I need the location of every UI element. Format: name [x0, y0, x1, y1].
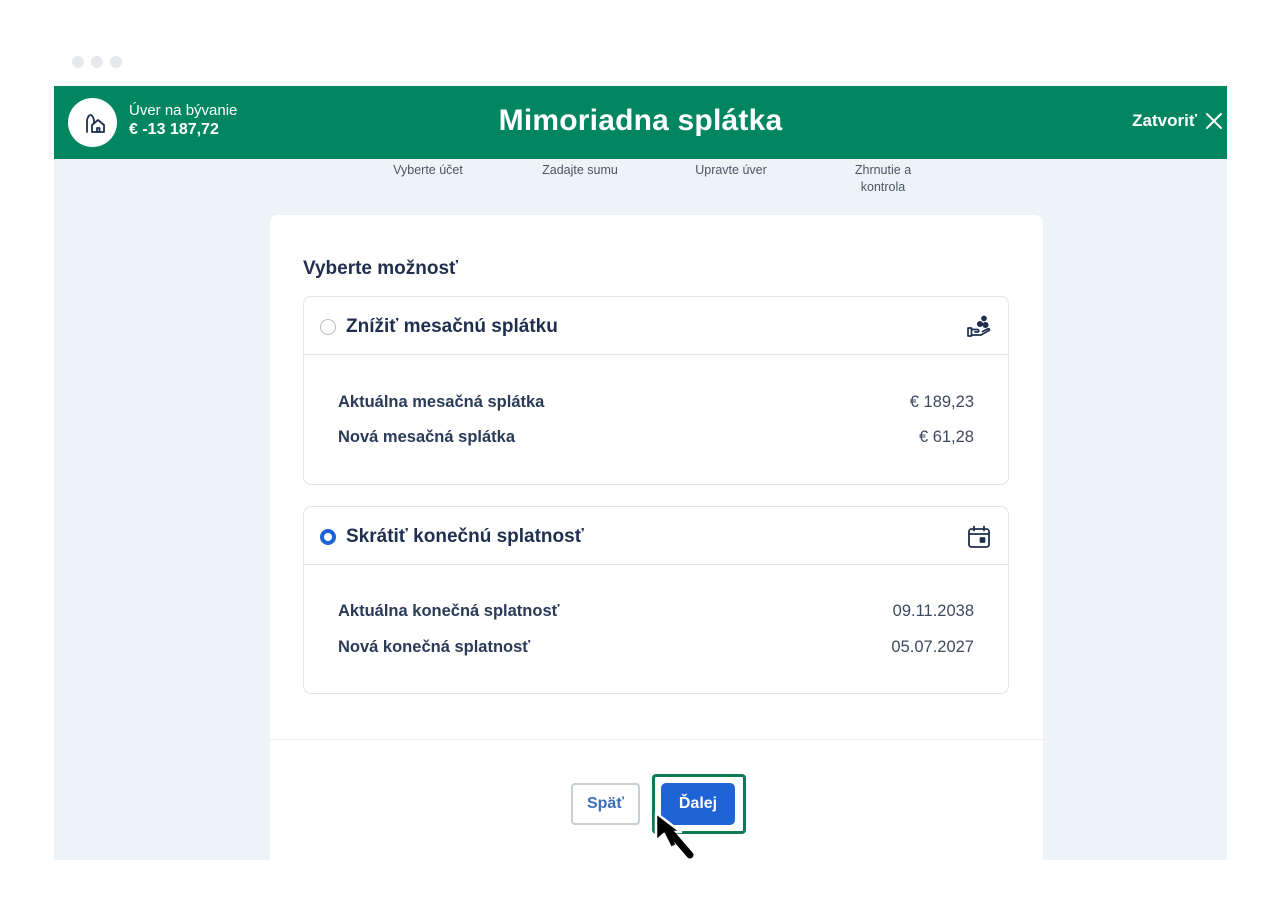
row-value: 09.11.2038	[892, 602, 974, 620]
option-header[interactable]: Znížiť mesačnú splátku	[304, 297, 1008, 355]
mouse-pointer-icon	[654, 811, 694, 859]
calendar-icon	[968, 525, 990, 548]
close-icon	[1206, 113, 1222, 129]
radio-reduce-payment[interactable]	[320, 319, 336, 335]
hand-coins-icon	[967, 315, 991, 337]
footer-divider	[270, 739, 1043, 740]
step-summary: Zhrnutie a kontrola	[854, 163, 912, 194]
progress-steps: Vyberte účet Zadajte sumu Upravte úver Z…	[54, 162, 1227, 202]
step-adjust-loan: Upravte úver	[695, 163, 767, 177]
row-label: Aktuálna konečná splatnosť	[338, 602, 560, 620]
step-select-account: Vyberte účet	[393, 163, 463, 177]
back-button[interactable]: Späť	[571, 783, 640, 825]
top-header: Úver na bývanie € -13 187,72 Mimoriadna …	[54, 86, 1227, 159]
page-title: Mimoriadna splátka	[498, 104, 783, 137]
close-button[interactable]: Zatvoriť	[1132, 111, 1223, 131]
window-dot	[110, 56, 122, 68]
window-dot	[91, 56, 103, 68]
row-label: Nová konečná splatnosť	[338, 638, 531, 656]
option-label: Skrátiť konečnú splatnosť	[346, 526, 584, 547]
option-shorten-maturity[interactable]: Skrátiť konečnú splatnosť Aktuálna koneč…	[303, 506, 1009, 694]
row-value: € 61,28	[918, 428, 974, 446]
section-title: Vyberte možnosť	[303, 258, 459, 279]
row-label: Aktuálna mesačná splátka	[338, 393, 545, 411]
row-label: Nová mesačná splátka	[338, 428, 516, 446]
window-dot	[72, 56, 84, 68]
row-value: € 189,23	[909, 393, 974, 411]
app-frame: Úver na bývanie € -13 187,72 Mimoriadna …	[54, 86, 1227, 860]
option-header[interactable]: Skrátiť konečnú splatnosť	[304, 507, 1008, 565]
radio-shorten-maturity[interactable]	[320, 529, 336, 545]
options-card: Vyberte možnosť Znížiť mesačnú splátku A…	[270, 215, 1043, 860]
option-label: Znížiť mesačnú splátku	[346, 316, 558, 337]
option-reduce-payment[interactable]: Znížiť mesačnú splátku Aktuálna mesačná …	[303, 296, 1009, 485]
window-controls	[72, 56, 122, 68]
row-value: 05.07.2027	[891, 638, 974, 656]
step-enter-amount: Zadajte sumu	[542, 163, 618, 177]
close-label: Zatvoriť	[1132, 111, 1197, 130]
